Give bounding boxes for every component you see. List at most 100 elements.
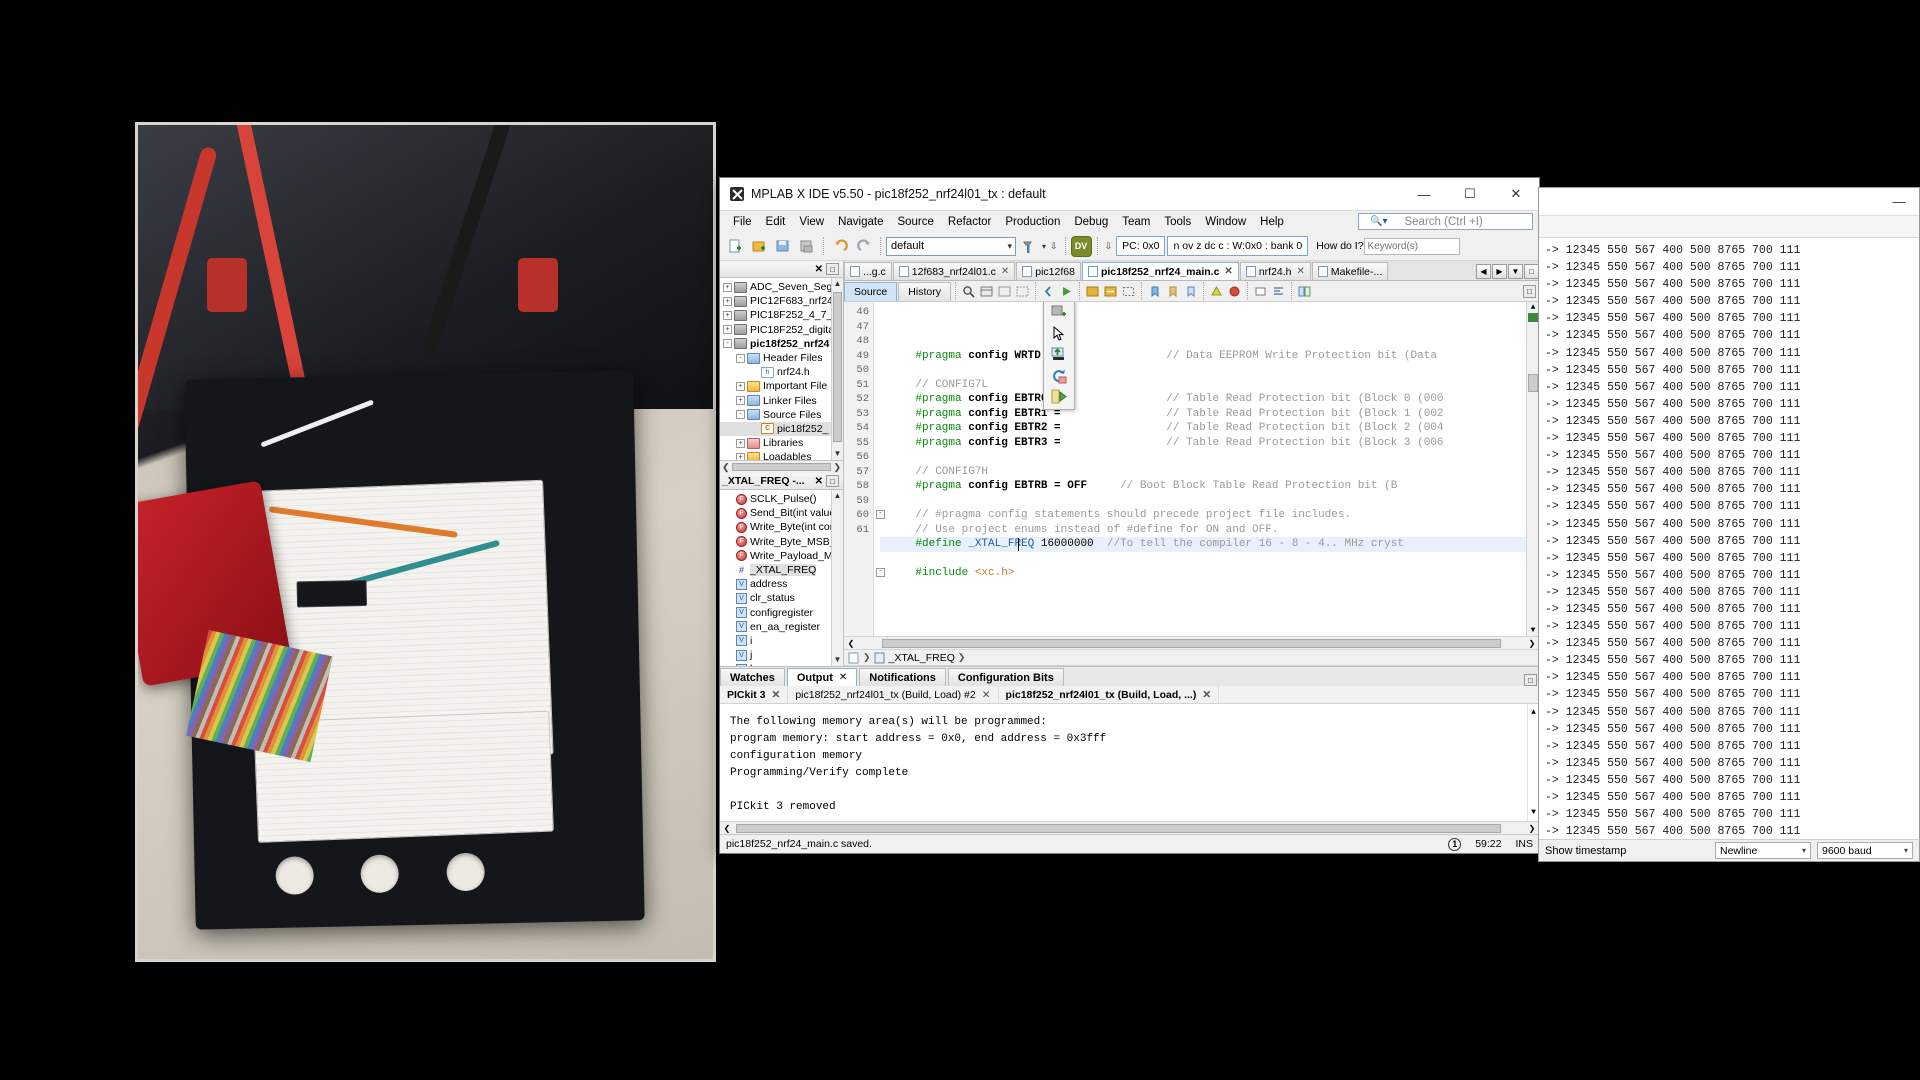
project-tree-node[interactable]: + ADC_Seven_Seg [720, 280, 843, 294]
editor-hscroll-thumb[interactable] [882, 638, 1501, 648]
step-over-icon[interactable] [1048, 303, 1070, 322]
code-text[interactable]: #pragma config WRTD = // Data EEPROM Wri… [874, 302, 1526, 636]
project-tree-node[interactable]: + Linker Files [720, 394, 843, 408]
reset-icon[interactable] [1048, 366, 1070, 385]
code-line[interactable]: - #include <xc.h> [876, 566, 1526, 581]
menu-navigate[interactable]: Navigate [831, 214, 890, 230]
code-line[interactable]: #pragma config EBTR1 = // Table Read Pro… [880, 407, 1526, 422]
navigator-item[interactable]: F Write_Byte(int cor [720, 520, 843, 534]
project-tree-hscroll[interactable]: ❮ ❯ [720, 460, 843, 473]
menu-refactor[interactable]: Refactor [941, 214, 998, 230]
uncomment-icon[interactable] [1102, 283, 1119, 300]
tree-expander-icon[interactable]: + [723, 325, 732, 335]
navigator-item[interactable]: Vclr_status [720, 591, 843, 605]
project-tree-node[interactable]: + PIC18F252_digital [720, 323, 843, 337]
diff-icon[interactable] [1296, 283, 1313, 300]
build-hammer-icon[interactable] [1018, 235, 1040, 257]
code-line[interactable] [880, 552, 1526, 567]
menu-view[interactable]: View [792, 214, 831, 230]
new-project-icon[interactable] [748, 235, 770, 257]
navigator-item[interactable]: Ven_aa_register [720, 620, 843, 634]
scroll-up-icon[interactable]: ▲ [832, 278, 843, 290]
maximize-button[interactable]: ☐ [1447, 178, 1493, 211]
tree-expander-icon[interactable]: + [736, 396, 745, 406]
show-timestamp-label[interactable]: Show timestamp [1545, 845, 1626, 857]
scroll-thumb[interactable] [833, 292, 842, 442]
close-button[interactable]: ✕ [1493, 178, 1539, 211]
project-tree-scrollbar[interactable]: ▲ ▼ [831, 278, 843, 460]
output-hscroll-left-icon[interactable]: ❮ [720, 824, 734, 833]
hscroll-right-icon[interactable]: ❯ [833, 462, 841, 473]
program-device-icon[interactable] [1048, 387, 1070, 406]
project-tree-node[interactable]: + PIC18F252_4_7_S [720, 308, 843, 322]
menu-production[interactable]: Production [998, 214, 1067, 230]
tree-expander-icon[interactable]: - [723, 339, 732, 349]
prev-error-icon[interactable] [1208, 283, 1225, 300]
hscroll-left-icon[interactable]: ❮ [722, 462, 730, 473]
code-line[interactable]: // Use project enums instead of #define … [880, 523, 1526, 538]
run-icon[interactable] [1058, 283, 1075, 300]
project-tree-node[interactable]: + Libraries [720, 436, 843, 450]
grid-icon-2[interactable] [996, 283, 1013, 300]
tree-expander-icon[interactable]: - [736, 410, 745, 420]
prev-bookmark-icon[interactable] [1164, 283, 1181, 300]
project-tree-node[interactable]: - Source Files [720, 408, 843, 422]
navigator-list[interactable]: ▲ ▼ F SCLK_Pulse() F Send_Bit(int value F Wri… [720, 490, 843, 666]
project-tree-node[interactable]: - pic18f252_nrf24 [720, 337, 843, 351]
comment-icon[interactable] [1084, 283, 1101, 300]
editor-tab-close-icon[interactable]: ✕ [1001, 266, 1009, 277]
editor-tab[interactable]: ...g.c [844, 262, 892, 280]
shift-left-icon[interactable] [1040, 283, 1057, 300]
editor-tab[interactable]: nrf24.h ✕ [1239, 262, 1311, 280]
editor-maximize-button[interactable]: □ [1523, 284, 1536, 298]
line-ending-dropdown[interactable]: Newline ▾ [1715, 842, 1811, 859]
code-line[interactable]: - // #pragma config statements should pr… [876, 508, 1526, 523]
tab-list-icon[interactable]: ▼ [1508, 264, 1523, 279]
code-line[interactable]: #pragma config EBTR3 = // Table Read Pro… [880, 436, 1526, 451]
output-subtab[interactable]: PICkit 3 ✕ [720, 686, 789, 703]
code-line[interactable]: // CONFIG7H [880, 465, 1526, 480]
next-error-icon[interactable] [1226, 283, 1243, 300]
code-line[interactable]: // CONFIG7L [880, 378, 1526, 393]
menu-edit[interactable]: Edit [759, 214, 793, 230]
editor-tab[interactable]: pic12f68 [1016, 262, 1081, 280]
toggle-rect-select-icon[interactable] [1252, 283, 1269, 300]
baud-rate-dropdown[interactable]: 9600 baud ▾ [1817, 842, 1913, 859]
dock-tab[interactable]: Configuration Bits [947, 668, 1064, 686]
toolbar-overflow-1[interactable]: ⇩ [1050, 241, 1058, 252]
menu-file[interactable]: File [726, 214, 759, 230]
terminal-output[interactable]: -> 12345 550 567 400 500 8765 700 111 -> … [1539, 238, 1919, 839]
upload-to-device-icon[interactable] [1048, 345, 1070, 364]
toggle-bookmark-icon[interactable] [1146, 283, 1163, 300]
tree-expander-icon[interactable]: + [723, 296, 732, 306]
tree-expander-icon[interactable]: + [736, 452, 745, 460]
tree-expander-icon[interactable]: + [736, 438, 745, 448]
code-line[interactable] [880, 450, 1526, 465]
terminal-minimize-button[interactable]: — [1879, 194, 1919, 209]
tree-expander-icon[interactable]: + [723, 310, 732, 320]
dock-tab[interactable]: Watches [720, 668, 785, 686]
code-line[interactable] [880, 363, 1526, 378]
projects-panel-minimize[interactable]: □ [826, 263, 839, 275]
navigator-panel-close[interactable]: ✕ [812, 476, 826, 487]
build-dropdown-arrow[interactable]: ▾ [1042, 242, 1046, 251]
debug-dv-icon[interactable]: DV [1070, 235, 1092, 257]
output-console[interactable]: ▲ ▼ The following memory area(s) will be… [720, 704, 1539, 821]
menu-tools[interactable]: Tools [1157, 214, 1198, 230]
nav-scroll-down-icon[interactable]: ▼ [832, 654, 843, 666]
code-fold-icon[interactable]: - [876, 510, 885, 519]
project-tree-node[interactable]: + Loadables [720, 450, 843, 460]
editor-hscrollbar[interactable]: ❮ ❯ [844, 636, 1539, 649]
navigator-item[interactable]: F SCLK_Pulse() [720, 492, 843, 506]
navigator-item[interactable]: Vj [720, 648, 843, 662]
project-tree-node[interactable]: - Header Files [720, 351, 843, 365]
breadcrumb-symbol[interactable]: _XTAL_FREQ [889, 652, 955, 664]
how-do-i-input[interactable] [1363, 237, 1460, 255]
navigator-item[interactable]: Vk [720, 662, 843, 666]
dock-tab[interactable]: Notifications [859, 668, 946, 686]
project-tree-node[interactable]: Cpic18f252_ [720, 421, 843, 437]
search-input[interactable]: 🔍▾ Search (Ctrl +I) [1358, 213, 1533, 230]
output-hscrollbar[interactable]: ❮ ❯ [720, 821, 1539, 834]
tab-scroll-left-icon[interactable]: ◀ [1476, 264, 1491, 279]
toolbar-overflow-2[interactable]: ⇩ [1105, 241, 1113, 252]
